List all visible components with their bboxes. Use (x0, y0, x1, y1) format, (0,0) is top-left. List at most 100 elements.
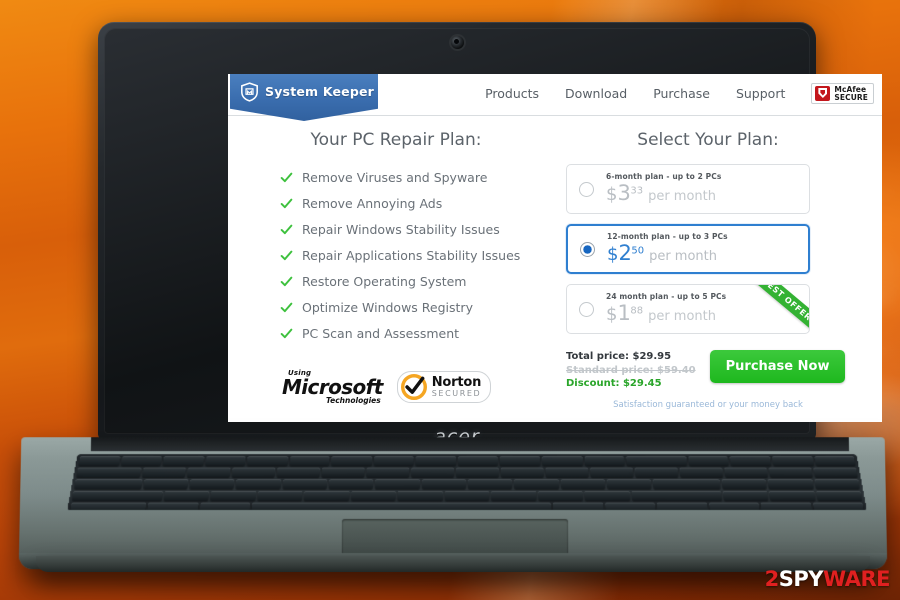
key (142, 479, 189, 489)
webpage: System Keeper Products Download Purchase… (228, 74, 882, 422)
key (146, 502, 199, 511)
mcafee-secure-badge[interactable]: McAfee SECURE (811, 83, 874, 104)
purchase-now-button[interactable]: Purchase Now (709, 350, 846, 383)
key (457, 456, 499, 466)
key (411, 467, 455, 478)
brand-logo[interactable]: System Keeper (230, 74, 378, 121)
key (768, 490, 816, 501)
feature-label: Repair Applications Stability Issues (302, 247, 521, 263)
key (120, 456, 163, 466)
mcafee-badge-line2: SECURE (834, 92, 868, 102)
feature-item: Restore Operating System (246, 268, 546, 294)
key (69, 502, 147, 511)
watermark-part-2: SPY (778, 567, 824, 591)
keyboard-row (67, 502, 867, 511)
norton-check-icon (400, 374, 427, 401)
key (815, 490, 862, 501)
plan-option-12-month[interactable]: 12-month plan - up to 3 PCs $250 per mont… (566, 224, 810, 274)
watermark-part-3: WARE (823, 567, 891, 591)
key (813, 467, 858, 478)
plan-option-6-month[interactable]: 6-month plan - up to 2 PCs $333 per month (566, 164, 810, 214)
key (199, 502, 251, 511)
laptop-hinge (90, 437, 850, 452)
key (590, 467, 634, 478)
key (415, 456, 457, 466)
feature-label: Remove Annoying Ads (302, 195, 443, 211)
key (187, 467, 232, 478)
check-icon (280, 276, 293, 286)
key (257, 490, 303, 501)
key (375, 479, 420, 489)
plan-currency: $ (606, 183, 618, 205)
norton-secured-badge: Norton SECURED (396, 371, 492, 404)
key (688, 456, 730, 466)
key (730, 456, 772, 466)
nav-link-support[interactable]: Support (736, 86, 785, 101)
feature-item: Remove Annoying Ads (246, 190, 546, 216)
key (560, 479, 606, 489)
standard-price: Standard price: $59.40 (566, 364, 696, 376)
feature-item: Optimize Windows Registry (246, 294, 546, 320)
nav-link-download[interactable]: Download (565, 86, 627, 101)
plan-currency: $ (607, 243, 619, 265)
site-header: System Keeper Products Download Purchase… (228, 74, 882, 121)
main-navigation: Products Download Purchase Support McAfe… (485, 83, 874, 104)
key (545, 467, 589, 478)
mcafee-shield-icon (815, 86, 831, 101)
plan-description: 12-month plan - up to 3 PCs (607, 232, 728, 242)
plan-price: $333 per month (606, 182, 716, 205)
shield-icon (241, 82, 258, 102)
best-offer-ribbon: BEST OFFER (742, 285, 809, 333)
check-icon (280, 224, 293, 234)
key (78, 456, 121, 466)
plan-radio-12-month[interactable] (580, 241, 595, 257)
plan-amount: 3 (617, 180, 631, 205)
key (421, 479, 467, 489)
feature-label: PC Scan and Assessment (302, 325, 460, 341)
keyboard (67, 454, 867, 511)
key (162, 456, 205, 466)
key (232, 467, 276, 478)
plan-amount: 2 (618, 240, 632, 265)
discount-amount: Discount: $29.45 (566, 378, 662, 389)
key (606, 479, 652, 489)
trust-badges: Using Microsoft Technologies Norton SECU… (246, 346, 546, 405)
watermark-part-1: 2 (764, 567, 780, 591)
price-summary: Total price: $29.95 Standard price: $59.… (554, 344, 882, 391)
webcam-icon (451, 36, 464, 49)
key (282, 479, 328, 489)
select-plan-title: Select Your Plan: (637, 130, 779, 150)
feature-item: Remove Viruses and Spyware (246, 164, 546, 190)
keyboard-row (71, 479, 863, 489)
spacebar-key (251, 502, 552, 511)
plan-radio-24-month[interactable] (579, 301, 594, 317)
feature-item: Repair Applications Stability Issues (246, 242, 546, 268)
key (634, 467, 679, 478)
plan-option-24-month[interactable]: 24 month plan - up to 5 PCs $188 per mont… (566, 284, 810, 334)
nav-link-purchase[interactable]: Purchase (653, 86, 710, 101)
key (397, 490, 443, 501)
screenshot-stage: System Keeper Products Download Purchase… (0, 0, 900, 600)
feature-label: Restore Operating System (302, 273, 467, 289)
key (328, 479, 374, 489)
check-icon (280, 328, 293, 338)
keyboard-row (69, 490, 865, 501)
key (456, 467, 500, 478)
key (631, 490, 722, 501)
plan-radio-6-month[interactable] (579, 181, 594, 197)
microsoft-technologies-badge: Using Microsoft Technologies (282, 370, 383, 405)
key (514, 479, 559, 489)
key (813, 456, 856, 466)
key (767, 479, 814, 489)
key (768, 467, 813, 478)
key (813, 479, 860, 489)
key (373, 456, 415, 466)
key (772, 456, 814, 466)
plan-description: 6-month plan - up to 2 PCs (606, 172, 722, 182)
nav-link-products[interactable]: Products (485, 86, 539, 101)
feature-label: Repair Windows Stability Issues (302, 221, 500, 237)
key (605, 502, 656, 511)
plan-cents: 50 (631, 245, 645, 257)
key (163, 490, 210, 501)
plan-period: per month (648, 188, 716, 204)
